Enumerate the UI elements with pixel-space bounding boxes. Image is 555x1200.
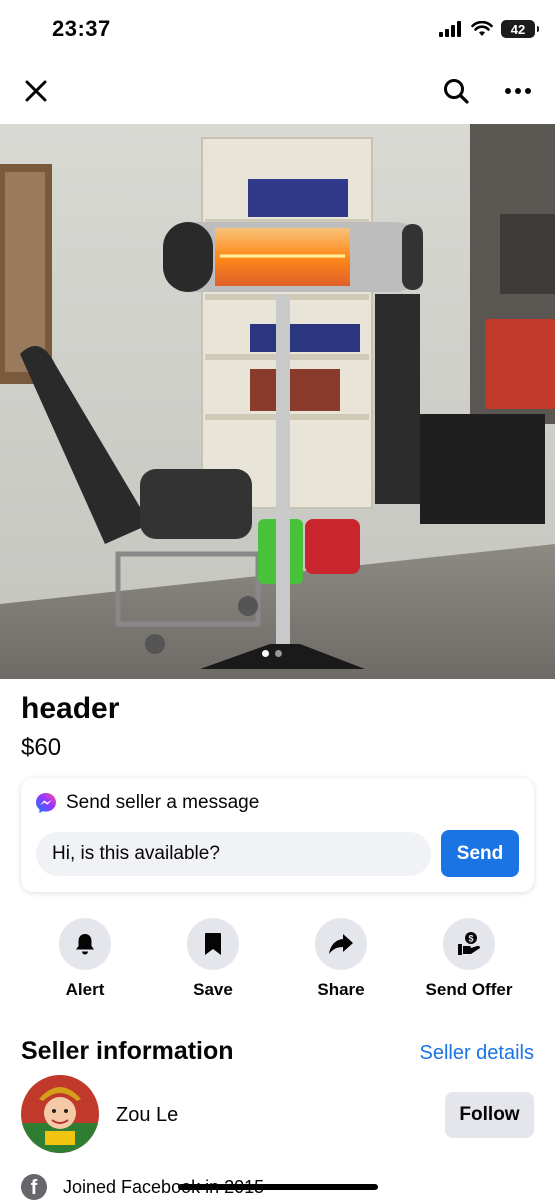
more-options-button[interactable] [498,71,538,111]
seller-section-title: Seller information [21,1037,234,1065]
pagination-dot[interactable] [275,650,282,657]
search-button[interactable] [436,71,476,111]
top-nav [0,62,555,124]
listing-price: $60 [21,734,62,761]
message-seller-card: Send seller a message Send [21,778,534,892]
battery-level: 42 [510,21,526,37]
follow-button[interactable]: Follow [445,1092,534,1138]
message-heading: Send seller a message [35,792,259,814]
alert-label: Alert [65,980,105,999]
send-button[interactable]: Send [441,830,519,877]
wifi-icon [471,21,493,36]
share-label: Share [317,980,365,999]
facebook-icon: f [21,1174,47,1200]
listing-title: header [21,692,120,725]
send-offer-icon-circle: $ [443,918,495,970]
close-icon [25,80,47,102]
status-time: 23:37 [52,16,111,41]
svg-text:$: $ [468,934,473,944]
seller-avatar[interactable] [21,1075,99,1153]
action-bar: Alert Save Share $ Send Offer [0,918,555,1000]
message-heading-label: Send seller a message [66,792,260,813]
alert-icon-circle [59,918,111,970]
seller-avatar-image [21,1075,99,1153]
cellular-signal-icon [439,21,461,37]
bell-icon [76,934,94,955]
share-icon-circle [315,918,367,970]
more-icon [505,88,531,94]
status-icons: 42 [439,20,539,38]
listing-photo[interactable] [0,124,555,679]
seller-name[interactable]: Zou Le [116,1104,178,1127]
battery-indicator: 42 [501,20,539,38]
save-button[interactable]: Save [153,918,273,1000]
share-button[interactable]: Share [281,918,401,1000]
send-offer-button[interactable]: $ Send Offer [409,918,529,1000]
save-icon-circle [187,918,239,970]
home-indicator[interactable] [178,1184,378,1190]
listing-photo-illustration [0,124,555,679]
messenger-icon [36,793,56,813]
save-label: Save [193,980,233,999]
pagination-dot-active[interactable] [262,650,269,657]
status-bar: 23:37 42 [0,0,555,62]
send-offer-label: Send Offer [425,980,513,999]
alert-button[interactable]: Alert [25,918,145,1000]
share-icon [329,934,353,954]
seller-details-link[interactable]: Seller details [419,1042,534,1065]
search-icon [444,79,469,104]
bookmark-icon [205,933,221,955]
message-input[interactable] [36,832,431,876]
image-pagination [262,650,282,657]
close-button[interactable] [16,71,56,111]
offer-icon: $ [458,932,480,955]
